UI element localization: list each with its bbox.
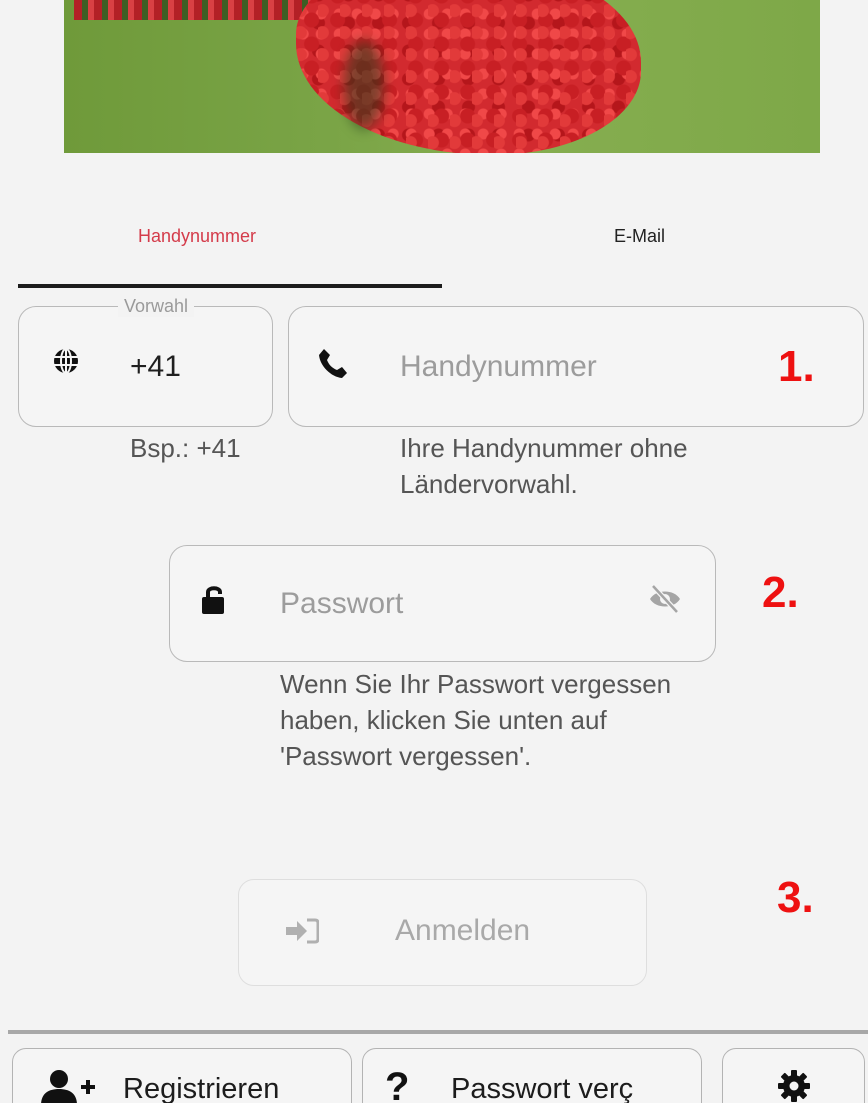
- lock-open-icon: [201, 583, 227, 620]
- password-field[interactable]: [169, 545, 716, 662]
- settings-button[interactable]: [722, 1048, 865, 1103]
- login-label: Anmelden: [395, 914, 531, 947]
- phone-icon: [318, 347, 348, 384]
- bottom-divider: [8, 1030, 868, 1034]
- register-button[interactable]: Registrieren: [12, 1048, 352, 1103]
- annotation-1: 1.: [778, 342, 815, 391]
- forgot-password-label: Passwort verç: [451, 1073, 634, 1103]
- hero-shadow: [344, 40, 384, 130]
- password-placeholder[interactable]: Passwort: [280, 587, 403, 621]
- tab-phone[interactable]: Handynummer: [138, 226, 256, 247]
- sign-in-icon: [285, 917, 320, 950]
- hero-image: [64, 0, 820, 153]
- question-icon: ?: [385, 1065, 410, 1103]
- hero-crowd-strip: [74, 0, 314, 20]
- gear-icon: [777, 1069, 811, 1103]
- globe-icon: [53, 348, 79, 379]
- register-label: Registrieren: [123, 1073, 280, 1103]
- eye-off-icon[interactable]: [648, 584, 682, 619]
- user-plus-icon: [39, 1069, 99, 1103]
- forgot-password-button[interactable]: ? Passwort verç: [362, 1048, 702, 1103]
- phone-hint: Ihre Handynummer ohne Ländervorwahl.: [400, 433, 688, 499]
- tab-email[interactable]: E-Mail: [614, 226, 665, 247]
- login-button[interactable]: Anmelden: [238, 879, 647, 986]
- password-hint: Wenn Sie Ihr Passwort vergessen haben, k…: [280, 669, 672, 771]
- tab-active-indicator: [18, 284, 442, 288]
- phone-placeholder[interactable]: Handynummer: [400, 350, 597, 384]
- annotation-3: 3.: [777, 873, 814, 922]
- vorwahl-value[interactable]: +41: [130, 350, 181, 384]
- annotation-2: 2.: [762, 568, 799, 617]
- vorwahl-legend: Vorwahl: [118, 296, 195, 317]
- vorwahl-hint: Bsp.: +41: [130, 433, 241, 463]
